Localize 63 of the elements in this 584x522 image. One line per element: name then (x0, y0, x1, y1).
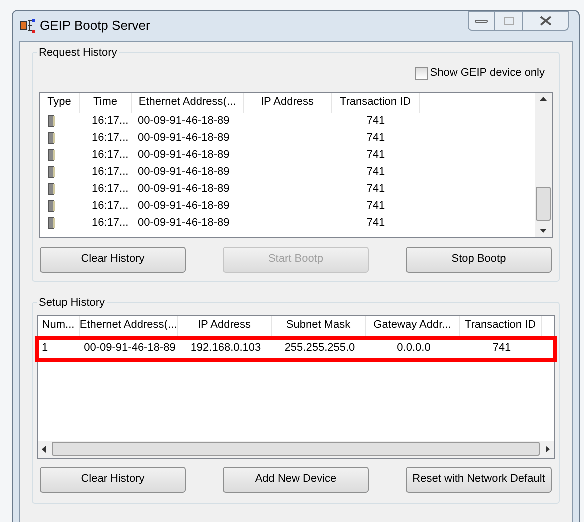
push-button[interactable]: Clear History (40, 246, 186, 272)
app-logo-icon (20, 18, 36, 34)
table-cell: 741 (366, 148, 386, 161)
column-header[interactable]: Gateway Addr... (366, 316, 460, 336)
table-cell-text: 00-09-91-46-18-89 (137, 130, 231, 146)
device-icon (48, 166, 56, 178)
column-header[interactable]: Ethernet Address(... (80, 316, 178, 336)
right-arrow-icon (546, 446, 550, 452)
device-icon (48, 132, 56, 144)
group-title: Request History (37, 45, 120, 62)
column-header[interactable]: Transaction ID (460, 316, 542, 336)
table-cell-text: 00-09-91-46-18-89 (137, 216, 231, 231)
checkbox-label: Show GEIP device only (430, 66, 545, 81)
table-cell-text: 00-09-91-46-18-89 (137, 182, 231, 197)
minimize-button[interactable] (468, 11, 495, 31)
table-cell: 0.0.0.0 (397, 342, 431, 354)
table-cell-text: 16:17... (91, 198, 130, 214)
push-button[interactable]: Add New Device (223, 466, 369, 492)
column-header[interactable]: Type (40, 92, 80, 112)
table-cell: 00-09-91-46-18-89 (84, 342, 176, 354)
table-cell-text: 16:17... (91, 148, 130, 163)
column-header[interactable]: Num... (38, 316, 80, 336)
close-icon (540, 16, 552, 26)
checkbox[interactable] (415, 66, 428, 80)
device-icon (48, 149, 56, 161)
table-cell: 741 (366, 132, 386, 144)
table-cell-text: 16:17... (91, 114, 130, 129)
column-header[interactable]: IP Address (178, 316, 272, 336)
table-cell-text: 00-09-91-46-18-89 (137, 198, 231, 214)
table-cell: 741 (492, 342, 512, 354)
table-cell: 1 (42, 342, 48, 354)
table-cell-text: 00-09-91-46-18-89 (137, 114, 231, 129)
push-button[interactable]: Reset with Network Default (406, 466, 552, 492)
close-button[interactable] (522, 11, 569, 31)
up-arrow-icon (540, 96, 547, 100)
table-cell-text: 00-09-91-46-18-89 (137, 148, 231, 163)
device-icon (48, 200, 56, 212)
table-cell: 741 (366, 182, 386, 195)
table-cell: 255.255.255.0 (284, 342, 356, 354)
device-icon (48, 217, 56, 229)
table-cell-text: 16:17... (91, 130, 130, 146)
column-header[interactable]: Ethernet Address(... (132, 92, 244, 112)
table-cell-text: 16:17... (91, 216, 130, 231)
table-cell: 741 (366, 114, 386, 127)
table-cell: 741 (366, 200, 386, 212)
column-header[interactable]: Transaction ID (332, 92, 420, 112)
left-arrow-icon (42, 446, 46, 452)
table-cell: 192.168.0.103 (190, 342, 262, 354)
table-cell-text: 00-09-91-46-18-89 (137, 164, 231, 180)
device-icon (48, 115, 56, 127)
window-title: GEIP Bootp Server (40, 17, 150, 36)
vertical-scrollbar[interactable] (535, 92, 552, 236)
push-button[interactable]: Stop Bootp (406, 246, 552, 272)
device-icon (48, 183, 56, 195)
push-button[interactable]: Clear History (40, 466, 186, 492)
down-arrow-icon (540, 228, 547, 232)
column-header[interactable]: IP Address (244, 92, 332, 112)
table-cell-text: 16:17... (91, 164, 130, 180)
table-cell-text: 16:17... (91, 182, 130, 197)
table-cell: 741 (366, 166, 386, 178)
table-cell: 741 (366, 216, 386, 229)
column-header[interactable]: Subnet Mask (272, 316, 366, 336)
column-header[interactable]: Time (80, 92, 132, 112)
